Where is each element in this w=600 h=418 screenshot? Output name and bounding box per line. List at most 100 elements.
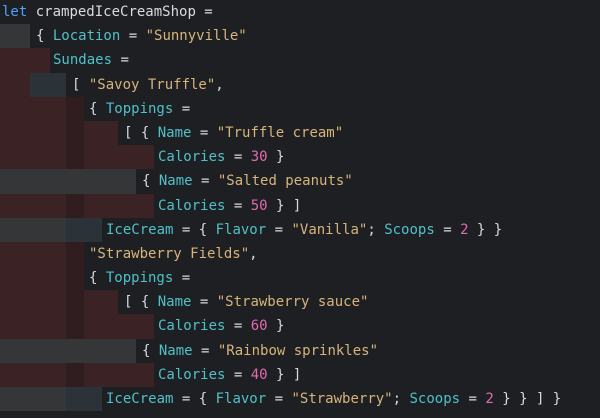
code-line[interactable]: [ { Name = "Truffle cream" [0, 120, 600, 146]
code-line[interactable]: { Name = "Rainbow sprinkles" [0, 338, 600, 363]
code-text[interactable]: Calories = 40 } ] [158, 363, 301, 387]
indent-guide [0, 24, 30, 49]
indent-guide [30, 193, 66, 218]
code-token-field: Calories [158, 149, 226, 166]
indent-guide [0, 120, 30, 146]
indent-guide [66, 96, 84, 121]
code-token-str: "Salted peanuts" [217, 173, 353, 190]
code-token-field: IceCream [106, 391, 174, 407]
code-text[interactable]: { Toppings = [89, 266, 190, 290]
indent-guide [66, 241, 84, 267]
code-line[interactable]: { Toppings = [0, 266, 600, 291]
code-line[interactable]: "Strawberry Fields", [0, 241, 600, 267]
indent-guide [84, 387, 102, 412]
code-text[interactable]: Calories = 60 } [158, 314, 284, 338]
code-text[interactable]: [ { Name = "Strawberry sauce" [124, 290, 368, 314]
code-token-num: 50 [250, 197, 268, 214]
code-line[interactable]: { Location = "Sunnyville" [0, 24, 600, 49]
code-token-field: Flavor [215, 391, 267, 407]
indent-guide [66, 387, 84, 412]
code-token-plain: } ] [267, 366, 302, 383]
code-token-plain: = [225, 149, 251, 166]
code-line[interactable]: { Name = "Salted peanuts" [0, 169, 600, 194]
indent-guide [84, 145, 118, 170]
code-token-plain: = [173, 270, 191, 287]
code-line[interactable]: Calories = 40 } ] [0, 362, 600, 387]
indent-guide [0, 338, 30, 363]
code-line[interactable]: let crampedIceCreamShop = [0, 0, 600, 24]
code-line[interactable]: IceCream = { Flavor = "Strawberry"; Scoo… [0, 387, 600, 412]
code-token-plain: } ] [267, 197, 302, 214]
code-token-plain: = [120, 28, 146, 45]
indent-guide [66, 290, 84, 315]
indent-guide [66, 169, 84, 194]
code-text[interactable]: IceCream = { Flavor = "Vanilla"; Scoops … [106, 218, 502, 242]
code-text[interactable]: Sundaes = [53, 48, 129, 72]
code-token-plain: [ { [124, 124, 158, 141]
code-token-str: "Savoy Truffle" [88, 76, 216, 93]
code-text[interactable]: { Toppings = [89, 97, 190, 121]
code-token-plain: , [249, 245, 258, 262]
code-token-field: Name [158, 173, 193, 190]
code-line[interactable]: Calories = 30 } [0, 145, 600, 170]
code-text[interactable]: { Name = "Salted peanuts" [142, 169, 353, 193]
code-token-plain: = [173, 100, 191, 117]
code-token-str: "Rainbow sprinkles" [217, 342, 379, 359]
indent-guide [0, 193, 30, 218]
indent-guide [0, 314, 30, 339]
code-token-field: Toppings [105, 270, 174, 287]
code-token-num: 30 [250, 149, 268, 166]
indent-guide [30, 217, 66, 242]
indent-guide [0, 169, 30, 194]
code-line[interactable]: IceCream = { Flavor = "Vanilla"; Scoops … [0, 217, 600, 242]
code-text[interactable]: { Location = "Sunnyville" [36, 24, 247, 48]
code-line[interactable]: [ { Name = "Strawberry sauce" [0, 290, 600, 315]
indent-guide [118, 145, 154, 170]
code-token-field: Location [52, 28, 121, 45]
indent-guide [0, 241, 30, 267]
indent-guide [66, 362, 84, 387]
code-token-plain: = { [173, 391, 216, 407]
code-token-plain: = [266, 221, 292, 238]
code-token-field: Scoops [384, 221, 435, 238]
code-line[interactable]: Calories = 60 } [0, 314, 600, 339]
code-editor[interactable]: let crampedIceCreamShop ={ Location = "S… [0, 0, 600, 418]
code-token-plain: } } ] } [493, 391, 562, 407]
indent-guide [84, 314, 118, 339]
code-token-plain: { [36, 28, 53, 45]
code-text[interactable]: { Name = "Rainbow sprinkles" [142, 339, 378, 363]
code-token-plain: = [460, 391, 486, 407]
code-token-plain: [ [72, 76, 89, 93]
code-token-field: Toppings [105, 100, 174, 117]
code-text[interactable]: let crampedIceCreamShop = [2, 0, 213, 24]
code-token-plain: { [89, 270, 106, 287]
indent-guide [30, 96, 66, 121]
code-token-str: "Sunnyville" [145, 28, 247, 45]
code-line[interactable]: Calories = 50 } ] [0, 193, 600, 218]
code-line[interactable]: [ "Savoy Truffle", [0, 72, 600, 97]
code-text[interactable]: Calories = 30 } [158, 145, 284, 169]
indent-guide [30, 338, 66, 363]
indent-guide [0, 96, 30, 121]
indent-guide [30, 241, 66, 267]
code-line[interactable]: Sundaes = [0, 48, 600, 73]
code-token-plain: crampedIceCreamShop = [27, 4, 213, 20]
code-text[interactable]: IceCream = { Flavor = "Strawberry"; Scoo… [106, 387, 561, 411]
code-token-field: Sundaes [53, 52, 113, 69]
indent-guide [84, 338, 104, 363]
code-text[interactable]: [ "Savoy Truffle", [72, 73, 224, 97]
code-text[interactable]: [ { Name = "Truffle cream" [124, 121, 343, 145]
code-token-plain: { [142, 342, 159, 359]
code-token-field: Name [157, 294, 192, 311]
indent-guide [66, 314, 84, 339]
indent-guide [30, 362, 66, 387]
code-token-plain: = [225, 197, 251, 214]
code-text[interactable]: "Strawberry Fields", [89, 242, 258, 266]
indent-guide [0, 362, 30, 387]
code-text[interactable]: Calories = 50 } ] [158, 194, 301, 218]
code-line[interactable]: { Toppings = [0, 96, 600, 121]
indent-guide [84, 290, 118, 315]
indent-guide [104, 338, 136, 363]
indent-guide [0, 290, 30, 315]
code-token-plain: = [112, 52, 129, 69]
